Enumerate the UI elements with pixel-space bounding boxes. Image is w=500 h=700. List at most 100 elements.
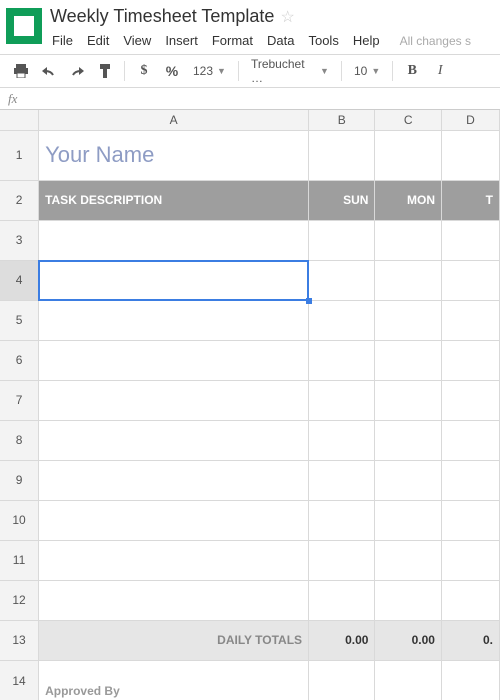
cell[interactable] <box>441 220 499 260</box>
bold-button[interactable]: B <box>399 58 425 84</box>
row-header[interactable]: 1 <box>0 130 39 180</box>
header-mon[interactable]: MON <box>375 180 442 220</box>
cell[interactable] <box>375 260 442 300</box>
cell[interactable] <box>375 500 442 540</box>
row-header[interactable]: 10 <box>0 500 39 540</box>
cell[interactable] <box>375 420 442 460</box>
header-task-desc[interactable]: TASK DESCRIPTION <box>39 180 309 220</box>
cell[interactable] <box>375 220 442 260</box>
approved-by-label[interactable]: Approved By <box>39 660 309 700</box>
paint-format-icon[interactable] <box>92 58 118 84</box>
cell[interactable] <box>39 220 309 260</box>
sheets-logo[interactable] <box>6 8 42 44</box>
font-size-dropdown[interactable]: 10▼ <box>348 64 386 78</box>
fill-handle[interactable] <box>306 298 312 304</box>
menu-edit[interactable]: Edit <box>87 33 109 48</box>
formula-bar[interactable]: fx <box>0 88 500 110</box>
cell[interactable] <box>309 500 375 540</box>
cell[interactable] <box>441 130 499 180</box>
document-title[interactable]: Weekly Timesheet Template <box>50 6 274 27</box>
daily-totals-label[interactable]: DAILY TOTALS <box>39 620 309 660</box>
row-header[interactable]: 11 <box>0 540 39 580</box>
menu-insert[interactable]: Insert <box>165 33 198 48</box>
cell[interactable] <box>39 540 309 580</box>
menu-view[interactable]: View <box>123 33 151 48</box>
col-header-a[interactable]: A <box>39 110 309 130</box>
cell[interactable] <box>309 580 375 620</box>
cell[interactable] <box>441 260 499 300</box>
header-tue[interactable]: T <box>441 180 499 220</box>
star-icon[interactable]: ☆ <box>280 7 294 27</box>
currency-button[interactable]: $ <box>131 58 157 84</box>
row-header[interactable]: 2 <box>0 180 39 220</box>
row-header[interactable]: 14 <box>0 660 39 700</box>
cell[interactable] <box>441 300 499 340</box>
row-header[interactable]: 4 <box>0 260 39 300</box>
col-header-c[interactable]: C <box>375 110 442 130</box>
cell[interactable] <box>375 300 442 340</box>
cell[interactable] <box>39 500 309 540</box>
cell[interactable] <box>39 580 309 620</box>
cell[interactable] <box>309 220 375 260</box>
print-icon[interactable] <box>8 58 34 84</box>
cell[interactable] <box>441 460 499 500</box>
cell[interactable] <box>375 340 442 380</box>
col-header-d[interactable]: D <box>441 110 499 130</box>
cell[interactable] <box>309 260 375 300</box>
row-header[interactable]: 5 <box>0 300 39 340</box>
total-mon[interactable]: 0.00 <box>375 620 442 660</box>
undo-icon[interactable] <box>36 58 62 84</box>
cell-name[interactable]: Your Name <box>39 130 309 180</box>
cell[interactable] <box>309 660 375 700</box>
total-tue[interactable]: 0. <box>441 620 499 660</box>
menu-data[interactable]: Data <box>267 33 294 48</box>
row-header[interactable]: 7 <box>0 380 39 420</box>
cell[interactable] <box>375 580 442 620</box>
cell[interactable] <box>441 500 499 540</box>
cell[interactable] <box>375 130 442 180</box>
cell[interactable] <box>309 420 375 460</box>
cell[interactable] <box>375 540 442 580</box>
cell[interactable] <box>309 340 375 380</box>
cell[interactable] <box>441 540 499 580</box>
cell[interactable] <box>375 380 442 420</box>
italic-button[interactable]: I <box>427 58 453 84</box>
menu-file[interactable]: File <box>52 33 73 48</box>
cell[interactable] <box>441 380 499 420</box>
percent-button[interactable]: % <box>159 58 185 84</box>
menu-tools[interactable]: Tools <box>308 33 338 48</box>
cell[interactable] <box>39 340 309 380</box>
cell[interactable] <box>39 460 309 500</box>
cell[interactable] <box>309 540 375 580</box>
cell[interactable] <box>309 130 375 180</box>
col-header-b[interactable]: B <box>309 110 375 130</box>
header-sun[interactable]: SUN <box>309 180 375 220</box>
cell[interactable] <box>441 420 499 460</box>
row-header[interactable]: 9 <box>0 460 39 500</box>
row-header[interactable]: 6 <box>0 340 39 380</box>
row-header[interactable]: 12 <box>0 580 39 620</box>
cell[interactable] <box>39 420 309 460</box>
cell[interactable] <box>309 380 375 420</box>
cell[interactable] <box>309 300 375 340</box>
selected-cell[interactable] <box>39 260 309 300</box>
cell[interactable] <box>309 460 375 500</box>
cell[interactable] <box>39 380 309 420</box>
row-header[interactable]: 8 <box>0 420 39 460</box>
spreadsheet-grid[interactable]: A B C D 1 Your Name 2 TASK DESCRIPTION S… <box>0 110 500 700</box>
row-header[interactable]: 3 <box>0 220 39 260</box>
row-header[interactable]: 13 <box>0 620 39 660</box>
cell[interactable] <box>441 340 499 380</box>
cell[interactable] <box>375 460 442 500</box>
select-all-corner[interactable] <box>0 110 39 130</box>
total-sun[interactable]: 0.00 <box>309 620 375 660</box>
menu-help[interactable]: Help <box>353 33 380 48</box>
cell[interactable] <box>39 300 309 340</box>
redo-icon[interactable] <box>64 58 90 84</box>
number-format-dropdown[interactable]: 123▼ <box>187 64 232 78</box>
cell[interactable] <box>375 660 442 700</box>
cell[interactable] <box>441 580 499 620</box>
menu-format[interactable]: Format <box>212 33 253 48</box>
font-family-dropdown[interactable]: Trebuchet …▼ <box>245 57 335 85</box>
cell[interactable] <box>441 660 499 700</box>
